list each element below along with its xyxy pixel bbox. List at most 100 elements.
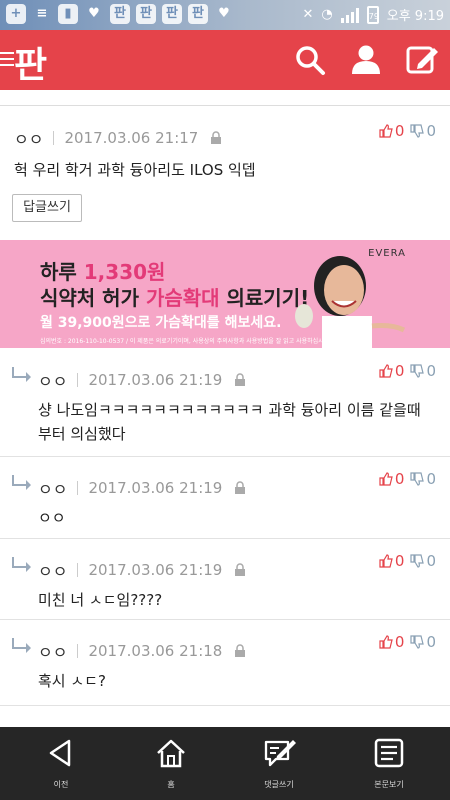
upvote-button[interactable]: 0 [379,552,405,570]
thumbs-up-icon [379,635,393,649]
divider [77,644,79,658]
vote-box: 00 [379,470,436,488]
comment-text: 헉 우리 학거 과학 듕아리도 ILOS 익뎁 [14,161,256,179]
downvote-button[interactable]: 0 [410,470,436,488]
thumbs-up-icon [379,364,393,378]
reply-author: ㅇㅇ [38,372,68,391]
downvote-count: 0 [426,362,436,380]
nav-home-button[interactable]: 홈 [126,727,216,800]
downvote-button[interactable]: 0 [410,552,436,570]
app-header: 판 [0,30,450,90]
upvote-button[interactable]: 0 [379,633,405,651]
reply-meta: ㅇㅇ 2017.03.06 21:19 [38,476,246,500]
upvote-count: 0 [394,362,405,380]
thumbs-down-icon [410,472,425,486]
reply-text: 혹시 ㅅㄷ? [38,669,106,693]
plus-icon: + [6,4,26,24]
nav-label: 본문보기 [374,780,404,789]
lock-icon [235,481,246,494]
reply-author: ㅇㅇ [38,480,68,499]
reply-button[interactable]: 답글쓰기 [12,194,82,222]
reply-item: ㅇㅇ 2017.03.06 21:18 0 0 혹시 ㅅㄷ? [0,619,450,706]
nav-back-button[interactable]: 이전 [16,727,106,800]
comment-list: ㅇㅇ 2017.03.06 21:17 0 0 헉 우리 학거 과학 듕아리도 … [0,90,450,727]
upvote-button[interactable]: 0 [379,122,404,140]
downvote-button[interactable]: 0 [410,633,436,651]
ad-banner[interactable]: EVERA 하루 1,330원 식약처 허가 가슴확대 의료기기! 월 39,9… [0,240,450,348]
twitter-icon: ♥ [88,6,100,21]
bottom-navigation: 이전 홈 댓글쓰기 본문보기 [0,727,450,800]
upvote-button[interactable]: 0 [379,362,405,380]
reply-meta: ㅇㅇ 2017.03.06 21:19 [38,368,246,392]
ad-headline-2: 식약처 허가 가슴확대 의료기기! [40,286,310,310]
pan-app-icon: 판 [162,4,182,24]
downvote-button[interactable]: 0 [410,122,436,140]
nav-label: 이전 [53,780,69,789]
comment-author: ㅇㅇ [14,130,44,149]
reply-text: ㅇㅇ [38,506,66,530]
upvote-button[interactable]: 0 [379,470,405,488]
divider [77,563,79,577]
nav-write-comment-button[interactable]: 댓글쓰기 [234,727,324,800]
reply-date: 2017.03.06 21:19 [88,371,223,389]
pan-app-icon: 판 [110,4,130,24]
lock-icon [235,563,246,576]
thumbs-up-icon [379,472,393,486]
comment-meta: ㅇㅇ 2017.03.06 21:17 [14,126,222,150]
clock: 오후 9:19 [386,9,444,24]
reply-text: 미친 너 ㅅㄷ임???? [38,588,162,612]
divider [53,131,55,145]
notification-icons: + ≡ ▮ ♥ 판 판 판 판 ♥ [6,4,234,24]
nav-label: 댓글쓰기 [264,780,294,789]
downvote-count: 0 [426,470,436,488]
reply-text-line: 미친 너 ㅅㄷ임???? [38,591,163,609]
write-comment-icon [264,740,296,767]
user-icon[interactable] [348,42,384,78]
lock-icon [235,644,246,657]
upvote-count: 0 [394,633,405,651]
vote-box: 00 [379,552,436,570]
thumbs-up-icon [379,124,393,138]
ad-headline-1: 하루 1,330원 [40,260,166,284]
reply-item: ㅇㅇ 2017.03.06 21:19 0 0 ㅇㅇ [0,456,450,539]
upvote-count: 0 [394,552,405,570]
thumbs-up-icon [379,554,393,568]
divider [77,373,79,387]
downvote-count: 0 [426,633,436,651]
reply-text-line: ㅇㅇ [38,509,66,527]
divider [77,481,79,495]
reply-arrow-icon [12,638,31,653]
pan-app-icon: 판 [188,4,208,24]
nav-label: 홈 [167,780,175,789]
thumbs-down-icon [410,364,425,378]
reply-meta: ㅇㅇ 2017.03.06 21:19 [38,558,246,582]
reply-arrow-icon [12,475,31,490]
reply-arrow-icon [12,557,31,572]
downvote-count: 0 [426,552,436,570]
reply-author: ㅇㅇ [38,562,68,581]
reply-date: 2017.03.06 21:19 [88,561,223,579]
signal-icon [340,7,359,23]
nav-view-article-button[interactable]: 본문보기 [344,727,434,800]
downvote-button[interactable]: 0 [410,362,436,380]
reply-item: ㅇㅇ 2017.03.06 21:19 0 0 미친 너 ㅅㄷ임???? [0,538,450,620]
ad-model-image [295,256,406,348]
write-icon[interactable] [404,42,440,78]
reply-arrow-icon [12,367,31,382]
reply-date: 2017.03.06 21:18 [88,642,223,660]
thumbs-down-icon [410,554,425,568]
comment-item: ㅇㅇ 2017.03.06 21:17 0 0 헉 우리 학거 과학 듕아리도 … [0,106,450,241]
reply-text-line: 부터 의심했다 [38,425,126,443]
search-icon[interactable] [292,42,328,78]
upvote-count: 0 [394,470,405,488]
ad-subline: 월 39,900원으로 가슴확대를 해보세요. [40,315,282,331]
pan-logo[interactable]: 판 [14,36,47,88]
twitter-icon: ♥ [218,6,230,21]
wifi-icon: ◔ [321,7,333,22]
lock-icon [235,373,246,386]
menu-icon[interactable] [0,52,14,70]
vote-box: 00 [379,362,436,380]
view-article-icon [374,738,404,768]
mute-icon: ✕ [302,7,314,22]
reply-meta: ㅇㅇ 2017.03.06 21:18 [38,639,246,663]
